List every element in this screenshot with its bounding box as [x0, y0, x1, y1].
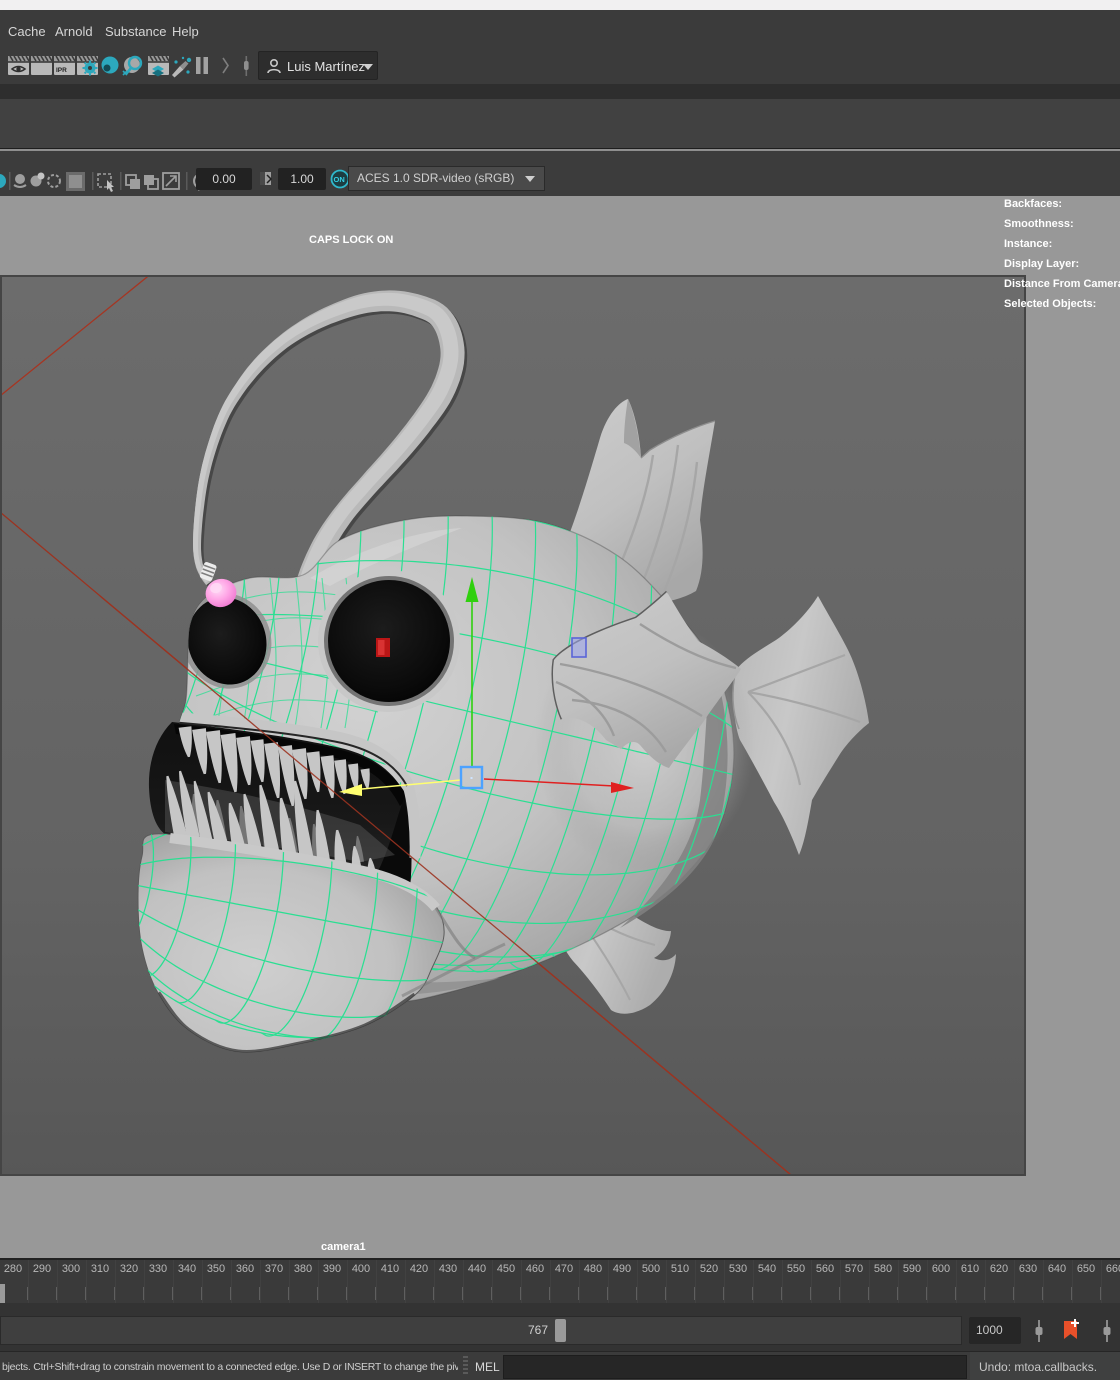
svg-text:ON: ON: [334, 175, 345, 184]
svg-text:IPR: IPR: [56, 67, 67, 74]
